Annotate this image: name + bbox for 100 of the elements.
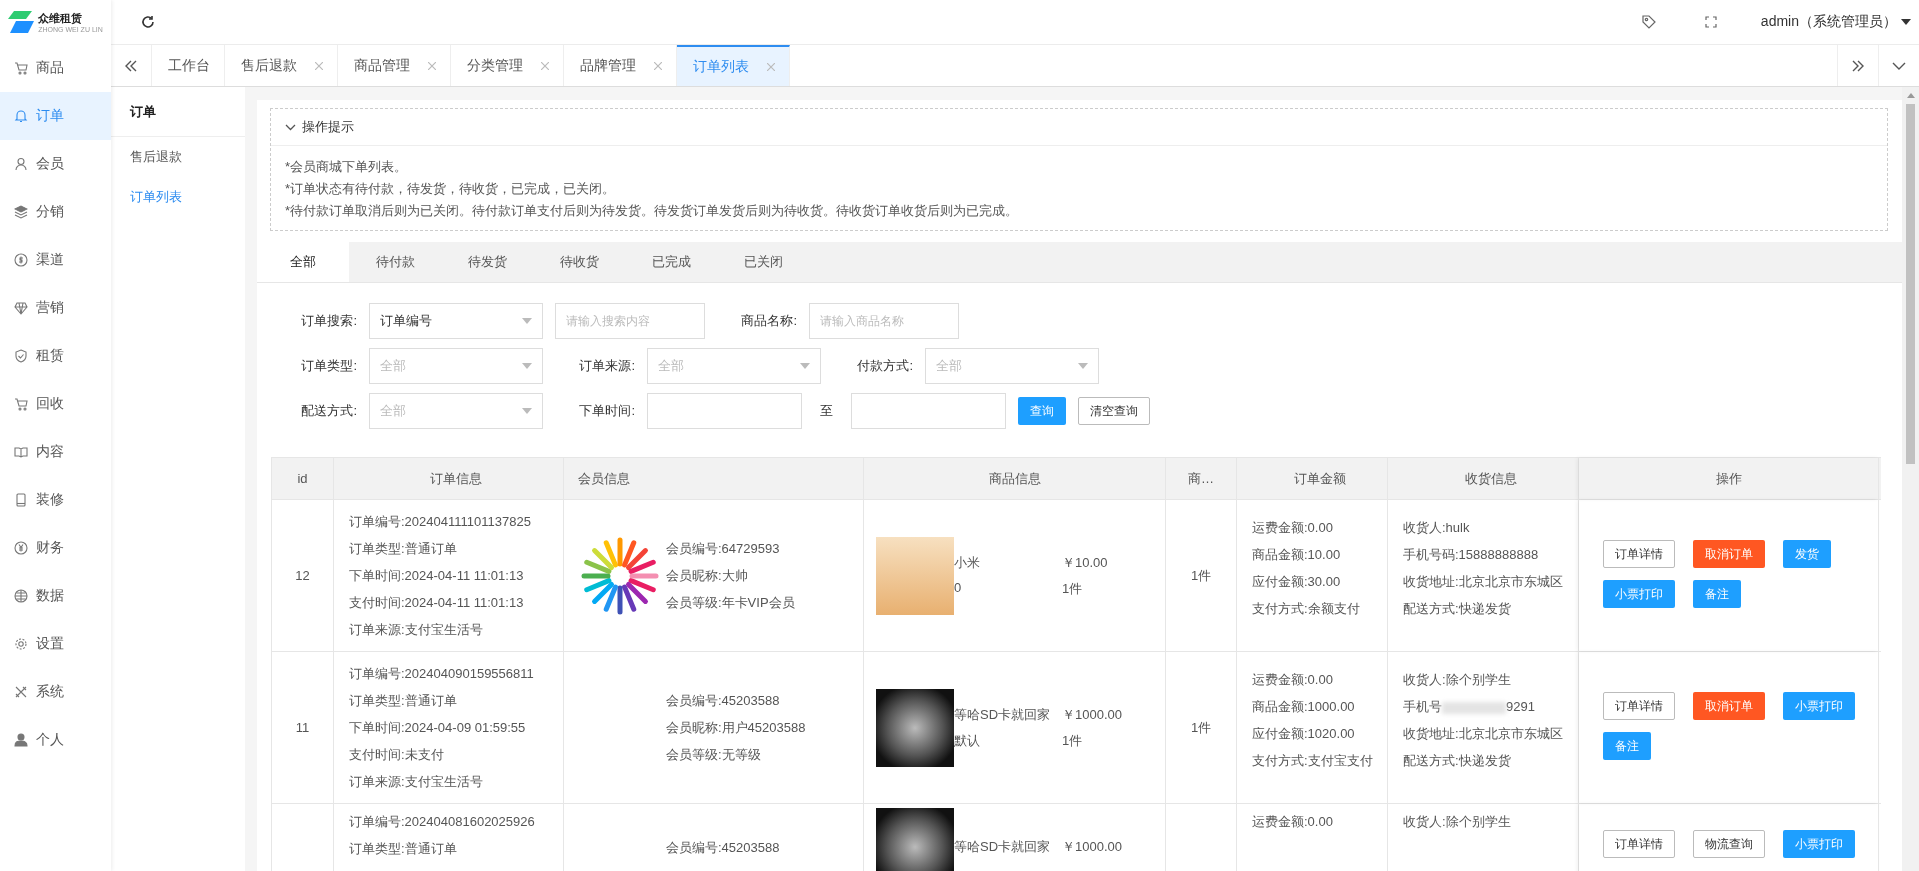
sidebar-item[interactable]: 个人 — [0, 716, 111, 764]
sidebar-item[interactable]: 回收 — [0, 380, 111, 428]
scroll-up-icon[interactable] — [1906, 93, 1915, 98]
cart-icon — [14, 397, 28, 411]
input-field[interactable]: 请输入搜索内容 — [555, 303, 705, 339]
sidebar-item[interactable]: 系统 — [0, 668, 111, 716]
page-tab[interactable]: 工作台 — [152, 45, 225, 86]
tips-title[interactable]: 操作提示 — [302, 118, 354, 136]
user-menu[interactable]: admin（系统管理员） — [1760, 13, 1897, 31]
tab-label[interactable]: 分类管理 — [467, 56, 523, 75]
sidebar-item[interactable]: 内容 — [0, 428, 111, 476]
scrollbar-thumb[interactable] — [1906, 104, 1915, 464]
goods-name: 等哈SD卡就回家 — [954, 838, 1052, 856]
page-tab[interactable]: 分类管理 — [451, 45, 564, 86]
tag-icon[interactable] — [1640, 14, 1657, 30]
status-tab[interactable]: 待收货 — [533, 242, 625, 282]
shipping-line: 收货人:除个别学生 — [1403, 672, 1511, 687]
shield-icon — [14, 349, 28, 363]
caret-icon[interactable] — [1901, 19, 1911, 25]
input-field[interactable] — [851, 393, 1006, 429]
member-info-line: 会员编号:64729593 — [666, 540, 781, 558]
filter-button[interactable]: 清空查询 — [1078, 397, 1150, 425]
status-tab[interactable]: 已完成 — [625, 242, 717, 282]
action-button[interactable]: 订单详情 — [1603, 540, 1675, 568]
sidebar-item[interactable]: 数据 — [0, 572, 111, 620]
shipping-line: 手机号 — [1403, 699, 1442, 714]
order-info-line: 订单类型:普通订单 — [349, 692, 458, 710]
member-info-line: 会员等级:无等级 — [666, 746, 762, 764]
sidebar-item[interactable]: 会员 — [0, 140, 111, 188]
user-icon — [14, 157, 28, 171]
tip-text: *会员商城下单列表。 — [285, 158, 409, 176]
globe-icon — [14, 589, 28, 603]
shipping-line: 手机号码:15888888888 — [1403, 547, 1539, 562]
phone-tail: 9291 — [1506, 699, 1535, 714]
tab-label[interactable]: 售后退款 — [241, 56, 297, 75]
caret-icon — [1078, 363, 1088, 369]
column-header: 订单信息 — [334, 458, 564, 499]
sidebar-item[interactable]: 渠道 — [0, 236, 111, 284]
goods-price: ￥1000.00 — [1062, 705, 1122, 724]
sidebar-item[interactable]: 设置 — [0, 620, 111, 668]
caret-icon — [800, 363, 810, 369]
order-info-line: 支付时间:2024-04-11 11:01:13 — [349, 594, 525, 612]
tab-label[interactable]: 商品管理 — [354, 56, 410, 75]
member-info-line: 会员昵称:用户45203588 — [666, 719, 806, 737]
page-tab[interactable]: 商品管理 — [338, 45, 451, 86]
person-icon — [14, 733, 28, 747]
input-field[interactable]: 请输入商品名称 — [809, 303, 959, 339]
input-field[interactable] — [647, 393, 802, 429]
tab-label[interactable]: 工作台 — [168, 56, 210, 75]
order-info-line: 订单编号:202404090159556811 — [349, 665, 535, 683]
sidebar-item[interactable]: 营销 — [0, 284, 111, 332]
member-info-line: 会员编号:45203588 — [666, 838, 780, 857]
diamond-icon — [14, 301, 28, 315]
refresh-icon[interactable] — [141, 15, 155, 29]
close-icon[interactable] — [428, 61, 436, 70]
amount-line: 支付方式:余额支付 — [1252, 600, 1361, 618]
status-tab[interactable]: 待发货 — [441, 242, 533, 282]
close-icon[interactable] — [767, 62, 775, 71]
column-header: 操作 — [1579, 458, 1879, 499]
shipping-line: 收货人:除个别学生 — [1403, 814, 1511, 829]
submenu-item[interactable]: 售后退款 — [111, 137, 245, 177]
amount-line: 运费金额:0.00 — [1252, 519, 1334, 537]
sidebar-item[interactable]: 装修 — [0, 476, 111, 524]
action-button[interactable]: 订单详情 — [1603, 830, 1675, 858]
status-tab[interactable]: 全部 — [257, 242, 349, 282]
amount-line: 运费金额:0.00 — [1252, 813, 1334, 831]
member-info-line: 会员等级:年卡VIP会员 — [666, 594, 795, 612]
order-info-line: 下单时间:2024-04-11 11:01:13 — [349, 567, 525, 585]
order-info-line: 订单类型:普通订单 — [349, 540, 458, 558]
goods-quantity: 1件 — [1062, 731, 1084, 750]
submenu-item[interactable]: 订单列表 — [111, 177, 245, 217]
close-icon[interactable] — [541, 61, 549, 70]
select-field[interactable]: 订单编号 — [369, 303, 543, 339]
tip-text: *订单状态有待付款，待发货，待收货，已完成，已关闭。 — [285, 180, 617, 198]
sidebar-item[interactable]: 分销 — [0, 188, 111, 236]
fullscreen-icon[interactable] — [1704, 16, 1717, 28]
logo-icon — [8, 11, 35, 33]
status-tab[interactable]: 已关闭 — [717, 242, 809, 282]
column-header: 收货信息 — [1388, 458, 1579, 499]
sidebar-item[interactable]: 商品 — [0, 44, 111, 92]
action-button[interactable]: 物流查询 — [1693, 830, 1765, 858]
shipping-line: 配送方式:快递发货 — [1403, 601, 1511, 616]
chevron-down-icon[interactable] — [285, 123, 296, 131]
column-header: 商… — [1166, 458, 1237, 499]
status-tab[interactable]: 待付款 — [349, 242, 441, 282]
double-chevron-left-icon — [124, 59, 138, 72]
page-tab[interactable]: 售后退款 — [225, 45, 338, 86]
close-icon[interactable] — [315, 61, 323, 70]
layers-icon — [14, 205, 28, 219]
action-button[interactable]: 订单详情 — [1603, 692, 1675, 720]
close-icon[interactable] — [654, 61, 662, 70]
book-icon — [14, 445, 28, 459]
sidebar-item[interactable]: 租赁 — [0, 332, 111, 380]
amount-line: 商品金额:10.00 — [1252, 546, 1342, 564]
goods-name: 等哈SD卡就回家 — [954, 705, 1052, 724]
sidebar-item[interactable]: 财务 — [0, 524, 111, 572]
amount-line: 运费金额:0.00 — [1252, 671, 1334, 689]
tab-label[interactable]: 品牌管理 — [580, 56, 636, 75]
goods-spec: 0 — [954, 579, 963, 597]
dollar-icon — [14, 253, 28, 267]
